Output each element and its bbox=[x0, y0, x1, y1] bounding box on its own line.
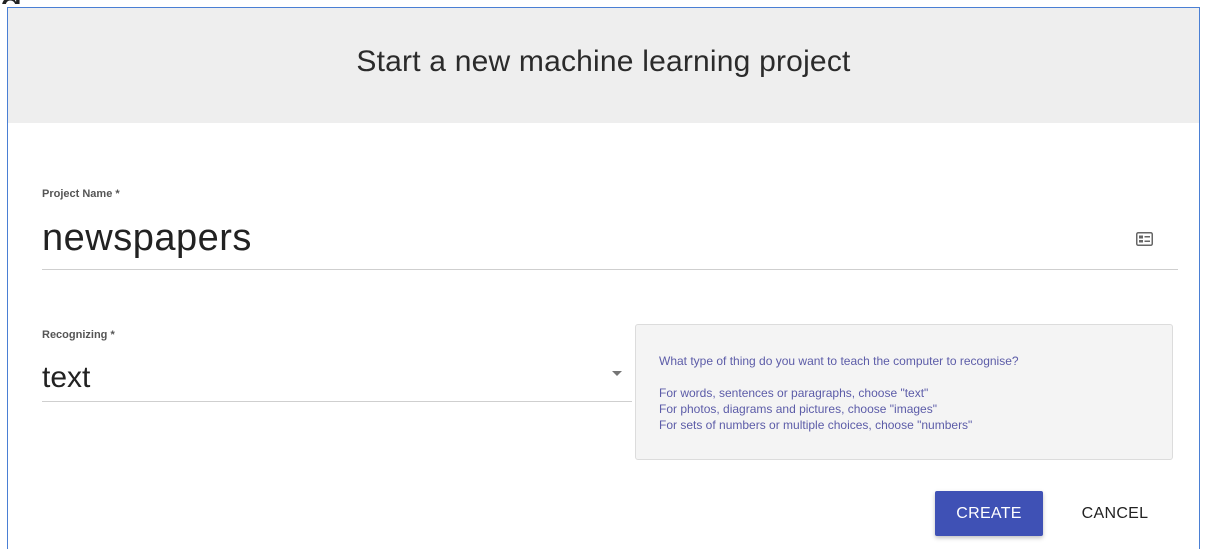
help-line-text: For words, sentences or paragraphs, choo… bbox=[659, 386, 929, 400]
help-line-numbers: For sets of numbers or multiple choices,… bbox=[659, 418, 973, 432]
project-name-underline bbox=[42, 269, 1178, 270]
project-name-label: Project Name * bbox=[42, 188, 120, 200]
dialog-header: Start a new machine learning project bbox=[8, 8, 1199, 123]
help-box: What type of thing do you want to teach … bbox=[635, 324, 1173, 460]
recognizing-underline bbox=[42, 401, 632, 402]
help-line-images: For photos, diagrams and pictures, choos… bbox=[659, 402, 937, 416]
page: g Start a new machine learning project P… bbox=[0, 0, 1209, 549]
recognizing-label: Recognizing * bbox=[42, 329, 115, 341]
recognizing-select[interactable]: text bbox=[42, 361, 90, 395]
create-button[interactable]: CREATE bbox=[935, 491, 1043, 536]
project-name-input[interactable]: newspapers bbox=[42, 217, 252, 260]
dialog-title: Start a new machine learning project bbox=[356, 44, 851, 78]
cancel-button[interactable]: CANCEL bbox=[1065, 491, 1165, 536]
cut-off-text: g bbox=[0, 0, 40, 4]
contact-card-icon bbox=[1136, 232, 1153, 246]
new-project-dialog: Start a new machine learning project Pro… bbox=[7, 7, 1200, 549]
help-question: What type of thing do you want to teach … bbox=[659, 354, 1019, 368]
dropdown-arrow-icon[interactable] bbox=[612, 371, 622, 376]
